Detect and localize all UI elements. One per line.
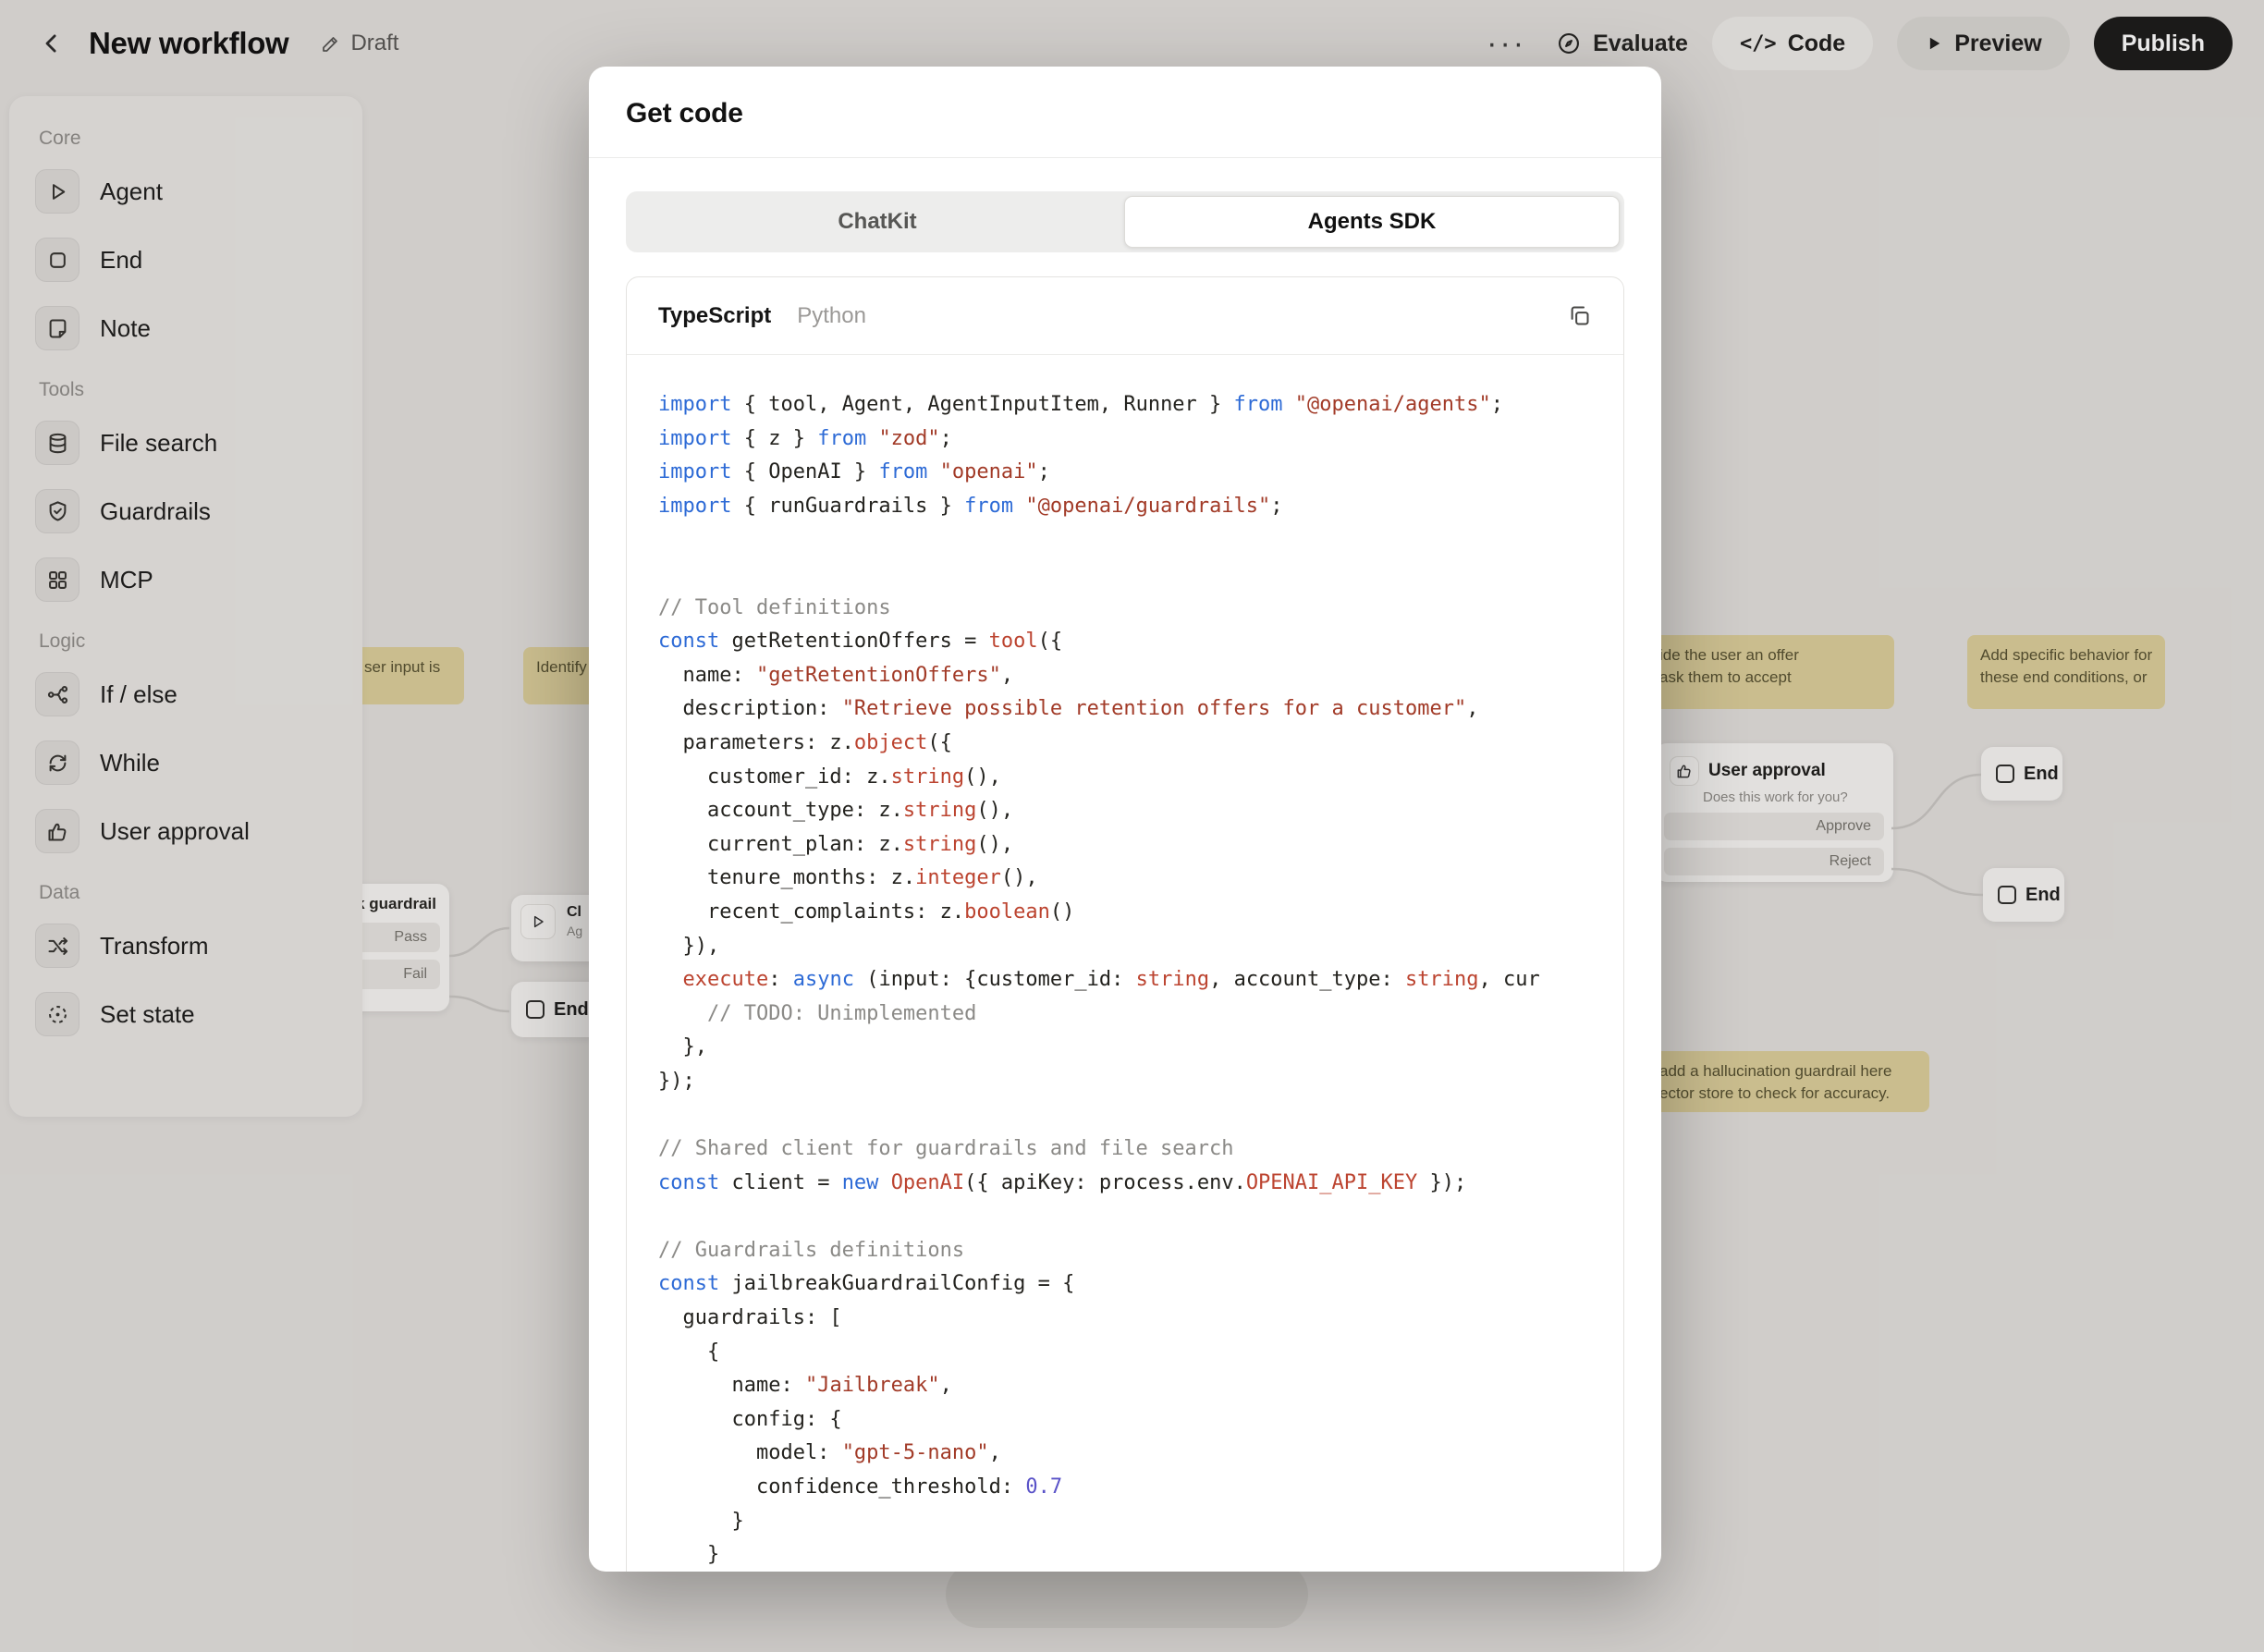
lang-typescript[interactable]: TypeScript [658,303,771,329]
code-line: } [658,1538,1623,1572]
code-line: account_type: z.string(), [658,794,1623,828]
code-line: import { tool, Agent, AgentInputItem, Ru… [658,388,1623,422]
code-line: parameters: z.object({ [658,727,1623,761]
code-card: TypeScript Python import { tool, Agent, … [626,276,1624,1572]
code-line [658,523,1623,557]
copy-icon[interactable] [1567,303,1592,328]
code-target-tabs: ChatKit Agents SDK [626,191,1624,252]
code-line: // Tool definitions [658,592,1623,626]
code-line: confidence_threshold: 0.7 [658,1471,1623,1505]
code-line: const getRetentionOffers = tool({ [658,625,1623,659]
lang-python[interactable]: Python [797,303,866,329]
code-line: import { z } from "zod"; [658,422,1623,457]
code-line: const client = new OpenAI({ apiKey: proc… [658,1167,1623,1201]
code-line: // TODO: Unimplemented [658,997,1623,1032]
code-line: current_plan: z.string(), [658,828,1623,863]
tab-agents-sdk[interactable]: Agents SDK [1124,196,1620,248]
code-line: config: { [658,1403,1623,1438]
code-line: tenure_months: z.integer(), [658,862,1623,896]
code-line: } [658,1505,1623,1539]
code-line: customer_id: z.string(), [658,761,1623,795]
code-line: execute: async (input: {customer_id: str… [658,963,1623,997]
code-line: description: "Retrieve possible retentio… [658,692,1623,727]
code-line [658,1200,1623,1234]
code-line: import { OpenAI } from "openai"; [658,456,1623,490]
code-line: name: "Jailbreak", [658,1369,1623,1403]
code-line: }), [658,930,1623,964]
code-line: guardrails: [ [658,1302,1623,1336]
code-line [658,1098,1623,1132]
code-line: // Guardrails definitions [658,1234,1623,1268]
code-editor[interactable]: import { tool, Agent, AgentInputItem, Ru… [627,355,1623,1572]
modal-title: Get code [626,98,1624,129]
code-line: { [658,1336,1623,1370]
code-line: }); [658,1065,1623,1099]
code-line: recent_complaints: z.boolean() [658,896,1623,930]
code-line: model: "gpt-5-nano", [658,1437,1623,1471]
get-code-modal: Get code ChatKit Agents SDK TypeScript P… [589,67,1661,1572]
tab-chatkit[interactable]: ChatKit [630,196,1124,248]
code-line: import { runGuardrails } from "@openai/g… [658,490,1623,524]
code-line: // Shared client for guardrails and file… [658,1132,1623,1167]
code-line [658,557,1623,592]
code-line: const jailbreakGuardrailConfig = { [658,1267,1623,1302]
code-line: name: "getRetentionOffers", [658,659,1623,693]
code-line: }, [658,1031,1623,1065]
